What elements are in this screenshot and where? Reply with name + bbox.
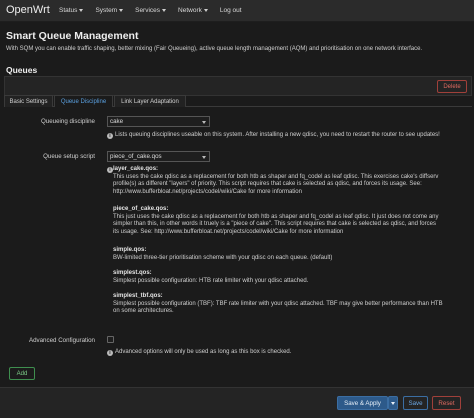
advanced-configuration-help-text: Advanced options will only be used as lo… xyxy=(115,349,292,355)
queue-setup-script-value: piece_of_cake.qos xyxy=(110,153,162,160)
queueing-discipline-value: cake xyxy=(110,118,124,125)
chevron-down-icon xyxy=(391,401,395,405)
script-description-simplest-tbf: simplest_tbf.qos: Simplest possible conf… xyxy=(113,293,468,316)
nav-network-label: Network xyxy=(178,7,202,14)
save-and-apply-dropdown[interactable] xyxy=(388,396,398,410)
add-button[interactable]: Add xyxy=(9,367,35,380)
script-description-simplest: simplest.qos: Simplest possible configur… xyxy=(113,270,468,285)
queue-setup-script-label: Queue setup script xyxy=(43,153,95,160)
script-description-piece-of-cake: piece_of_cake.qos: This just uses the ca… xyxy=(113,206,468,236)
script-text-line: simpler than this, in other words it tru… xyxy=(113,221,436,227)
chevron-down-icon xyxy=(119,9,124,12)
script-text-line: Simplest possible configuration (TBF): T… xyxy=(113,300,443,307)
script-text-line: BW-limited three-tier prioritisation sch… xyxy=(113,254,333,261)
chevron-down-icon xyxy=(162,9,167,12)
nav-services[interactable]: Services xyxy=(135,7,167,14)
nav-system-label: System xyxy=(95,7,118,14)
chevron-down-icon xyxy=(202,156,206,159)
nav-status[interactable]: Status xyxy=(59,7,84,14)
chevron-down-icon xyxy=(79,9,84,12)
nav-status-label: Status xyxy=(59,7,78,14)
script-name: simplest_tbf.qos: xyxy=(113,293,163,299)
queueing-discipline-select[interactable]: cake xyxy=(107,116,210,127)
script-name: simple.qos: xyxy=(113,247,147,253)
advanced-configuration-label: Advanced Configuration xyxy=(28,337,95,344)
nav-network[interactable]: Network xyxy=(178,7,208,14)
script-text-line: its usage. See: http://www.bufferbloat.n… xyxy=(113,228,344,235)
tab-basic-settings[interactable]: Basic Settings xyxy=(4,95,53,107)
script-text-line: This uses the cake qdisc as a replacemen… xyxy=(113,173,439,180)
save-button[interactable]: Save xyxy=(403,396,428,410)
script-text-line: on some architectures. xyxy=(113,308,174,314)
script-name: piece_of_cake.qos: xyxy=(113,206,169,212)
tab-link-layer-adaptation[interactable]: Link Layer Adaptation xyxy=(114,95,186,107)
script-name: simplest.qos: xyxy=(113,270,152,276)
advanced-configuration-checkbox[interactable] xyxy=(107,336,114,343)
queue-setup-script-select[interactable]: piece_of_cake.qos xyxy=(107,151,210,162)
chevron-down-icon xyxy=(203,9,208,12)
delete-button[interactable]: Delete xyxy=(437,80,467,93)
chevron-down-icon xyxy=(202,121,206,124)
script-text-line: http://www.bufferbloat.net/projects/code… xyxy=(113,188,302,195)
tab-bar: Basic Settings Queue Discipline Link Lay… xyxy=(4,95,472,107)
brand-logo[interactable]: OpenWrt xyxy=(6,4,50,16)
script-text-line: Simplest possible configuration: HTB rat… xyxy=(113,277,309,284)
reset-button[interactable]: Reset xyxy=(432,396,461,410)
nav-system[interactable]: System xyxy=(95,7,124,14)
footer-actions: Save & Apply Save Reset xyxy=(0,387,474,418)
info-icon: i xyxy=(107,350,113,356)
queueing-discipline-help: i Lists queuing disciplines useable on th… xyxy=(107,131,440,139)
script-name: layer_cake.qos: xyxy=(113,166,159,172)
script-description-layer-cake: layer_cake.qos: This uses the cake qdisc… xyxy=(113,166,468,196)
queueing-discipline-help-text: Lists queuing disciplines useable on thi… xyxy=(115,132,440,138)
main-nav: Status System Services Network Log out xyxy=(59,7,254,14)
section-title: Queues xyxy=(6,65,38,75)
section-header-panel: Delete xyxy=(4,76,472,96)
queueing-discipline-label: Queueing discipline xyxy=(40,118,95,125)
top-navbar: OpenWrt Status System Services Network L… xyxy=(0,0,474,22)
save-and-apply-button[interactable]: Save & Apply xyxy=(337,396,388,410)
nav-services-label: Services xyxy=(135,7,161,14)
tab-queue-discipline[interactable]: Queue Discipline xyxy=(54,95,113,107)
advanced-configuration-help: i Advanced options will only be used as l… xyxy=(107,348,291,356)
nav-logout[interactable]: Log out xyxy=(220,7,242,14)
nav-logout-label: Log out xyxy=(219,7,242,14)
info-icon: i xyxy=(107,133,113,139)
page-description: With SQM you can enable traffic shaping,… xyxy=(6,46,423,52)
script-text-line: profile(s) as different "layers" of prio… xyxy=(113,181,422,187)
script-text-line: This just uses the cake qdisc as a repla… xyxy=(113,213,439,220)
page-title: Smart Queue Management xyxy=(6,30,139,42)
script-description-simple: simple.qos: BW-limited three-tier priori… xyxy=(113,247,468,262)
